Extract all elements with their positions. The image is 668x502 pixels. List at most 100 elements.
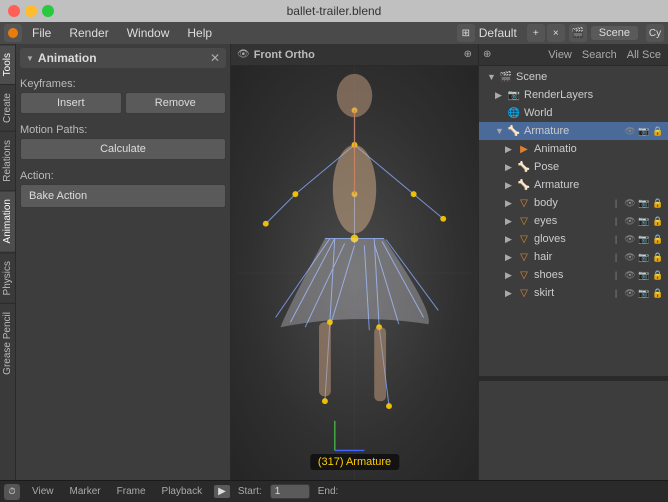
eyes-expand-arrow[interactable]: ▶: [505, 216, 515, 227]
armature-lock-icon[interactable]: 🔒: [652, 126, 664, 137]
skirt-lock[interactable]: 🔒: [652, 288, 664, 299]
view-mode-icon[interactable]: 👁: [237, 49, 250, 60]
gloves-vis[interactable]: |: [610, 234, 622, 244]
skirt-expand-arrow[interactable]: ▶: [505, 288, 515, 299]
motion-paths-label: Motion Paths:: [20, 124, 226, 136]
scene-expand-arrow[interactable]: ▼: [487, 72, 497, 82]
remove-button[interactable]: Remove: [125, 92, 227, 114]
body-lock[interactable]: 🔒: [652, 198, 664, 209]
eyes-cam[interactable]: 👁: [624, 216, 636, 227]
tree-item-animatio[interactable]: ▶ ▶ Animatio: [479, 140, 668, 158]
panel-collapse-icon[interactable]: ▼: [26, 54, 34, 63]
gloves-rend[interactable]: 📷: [638, 234, 650, 245]
keyframes-label: Keyframes:: [20, 78, 226, 90]
viewport-expand-icon[interactable]: ⊕: [464, 49, 472, 60]
playback-status[interactable]: Playback: [158, 486, 207, 497]
hair-expand-arrow[interactable]: ▶: [505, 252, 515, 263]
menu-render[interactable]: Render: [61, 24, 116, 42]
tree-item-gloves[interactable]: ▶ ▽ gloves | 👁 📷 🔒: [479, 230, 668, 248]
renderlayers-expand-arrow[interactable]: ▶: [495, 90, 505, 101]
marker-status[interactable]: Marker: [66, 486, 105, 497]
view-button[interactable]: View: [545, 48, 575, 62]
tree-item-renderlayers[interactable]: ▶ 📷 RenderLayers: [479, 86, 668, 104]
gloves-expand-arrow[interactable]: ▶: [505, 234, 515, 245]
shoes-lock[interactable]: 🔒: [652, 270, 664, 281]
body-vis[interactable]: |: [610, 198, 622, 208]
view-status[interactable]: View: [28, 486, 58, 497]
shoes-icon: ▽: [517, 268, 531, 282]
tree-item-skirt[interactable]: ▶ ▽ skirt | 👁 📷 🔒: [479, 284, 668, 302]
tab-physics[interactable]: Physics: [0, 252, 15, 303]
tree-item-pose[interactable]: ▶ 🦴 Pose: [479, 158, 668, 176]
tab-relations[interactable]: Relations: [0, 131, 15, 190]
insert-button[interactable]: Insert: [20, 92, 122, 114]
armature-expand-arrow[interactable]: ▼: [495, 126, 505, 136]
start-frame-input[interactable]: [270, 484, 310, 499]
tree-item-world[interactable]: ▶ 🌐 World: [479, 104, 668, 122]
frame-status[interactable]: Frame: [113, 486, 150, 497]
shoes-rend[interactable]: 📷: [638, 270, 650, 281]
skirt-rend[interactable]: 📷: [638, 288, 650, 299]
scene-dropdown[interactable]: Scene: [591, 26, 638, 40]
hair-rend[interactable]: 📷: [638, 252, 650, 263]
blender-icon[interactable]: [4, 24, 22, 42]
minimize-button[interactable]: [25, 5, 37, 17]
tree-item-shoes[interactable]: ▶ ▽ shoes | 👁 📷 🔒: [479, 266, 668, 284]
viewport[interactable]: 👁 Front Ortho ⊕: [231, 44, 478, 480]
timeline-icon[interactable]: ⏱: [4, 484, 20, 500]
body-expand-arrow[interactable]: ▶: [505, 198, 515, 209]
close-button[interactable]: [8, 5, 20, 17]
maximize-button[interactable]: [42, 5, 54, 17]
armature2-label: Armature: [534, 179, 664, 191]
tab-grease-pencil[interactable]: Grease Pencil: [0, 303, 15, 383]
tab-tools[interactable]: Tools: [0, 44, 15, 84]
tab-create[interactable]: Create: [0, 84, 15, 131]
window-title: ballet-trailer.blend: [287, 4, 382, 18]
tree-item-armature[interactable]: ▼ 🦴 Armature 👁 📷 🔒: [479, 122, 668, 140]
armature-vis-icon[interactable]: 👁: [624, 126, 636, 137]
tree-item-hair[interactable]: ▶ ▽ hair | 👁 📷 🔒: [479, 248, 668, 266]
shoes-vis[interactable]: |: [610, 270, 622, 280]
eyes-rend[interactable]: 📷: [638, 216, 650, 227]
calculate-button[interactable]: Calculate: [20, 138, 226, 160]
animatio-expand-arrow[interactable]: ▶: [505, 144, 515, 155]
menu-window[interactable]: Window: [119, 24, 178, 42]
body-rend[interactable]: 📷: [638, 198, 650, 209]
tree-item-armature2[interactable]: ▶ 🦴 Armature: [479, 176, 668, 194]
panel-close-btn[interactable]: ✕: [210, 51, 220, 65]
tree-item-eyes[interactable]: ▶ ▽ eyes | 👁 📷 🔒: [479, 212, 668, 230]
eyes-vis[interactable]: |: [610, 216, 622, 226]
armature-render-icon[interactable]: 📷: [638, 126, 650, 137]
eyes-lock[interactable]: 🔒: [652, 216, 664, 227]
viewport-canvas[interactable]: (317) Armature: [231, 66, 478, 480]
shoes-cam[interactable]: 👁: [624, 270, 636, 281]
shoes-expand-arrow[interactable]: ▶: [505, 270, 515, 281]
close-workspace-btn[interactable]: ×: [547, 24, 565, 42]
gloves-lock[interactable]: 🔒: [652, 234, 664, 245]
search-button[interactable]: Search: [579, 48, 620, 62]
body-cam[interactable]: 👁: [624, 198, 636, 209]
skirt-vis[interactable]: |: [610, 288, 622, 298]
hair-vis[interactable]: |: [610, 252, 622, 262]
animatio-icon: ▶: [517, 142, 531, 156]
menu-file[interactable]: File: [24, 24, 59, 42]
hair-lock[interactable]: 🔒: [652, 252, 664, 263]
tree-item-scene[interactable]: ▼ 🎬 Scene: [479, 68, 668, 86]
engine-icon[interactable]: Cy: [646, 24, 664, 42]
workspace-icon[interactable]: ⊞: [457, 24, 475, 42]
all-scenes-button[interactable]: All Sce: [624, 48, 664, 62]
gloves-cam[interactable]: 👁: [624, 234, 636, 245]
pose-expand-arrow[interactable]: ▶: [505, 162, 515, 173]
bake-action-button[interactable]: Bake Action: [20, 184, 226, 208]
menu-help[interactable]: Help: [179, 24, 220, 42]
scene-tree: ▼ 🎬 Scene ▶ 📷 RenderLayers ▶ 🌐 World: [479, 66, 668, 376]
armature2-expand-arrow[interactable]: ▶: [505, 180, 515, 191]
hair-cam[interactable]: 👁: [624, 252, 636, 263]
tree-item-body[interactable]: ▶ ▽ body | 👁 📷 🔒: [479, 194, 668, 212]
world-label: World: [524, 107, 664, 119]
skirt-cam[interactable]: 👁: [624, 288, 636, 299]
add-workspace-btn[interactable]: +: [527, 24, 545, 42]
tab-animation[interactable]: Animation: [0, 190, 15, 251]
scene-icon[interactable]: 🎬: [569, 24, 587, 42]
play-button[interactable]: ▶: [214, 485, 230, 498]
